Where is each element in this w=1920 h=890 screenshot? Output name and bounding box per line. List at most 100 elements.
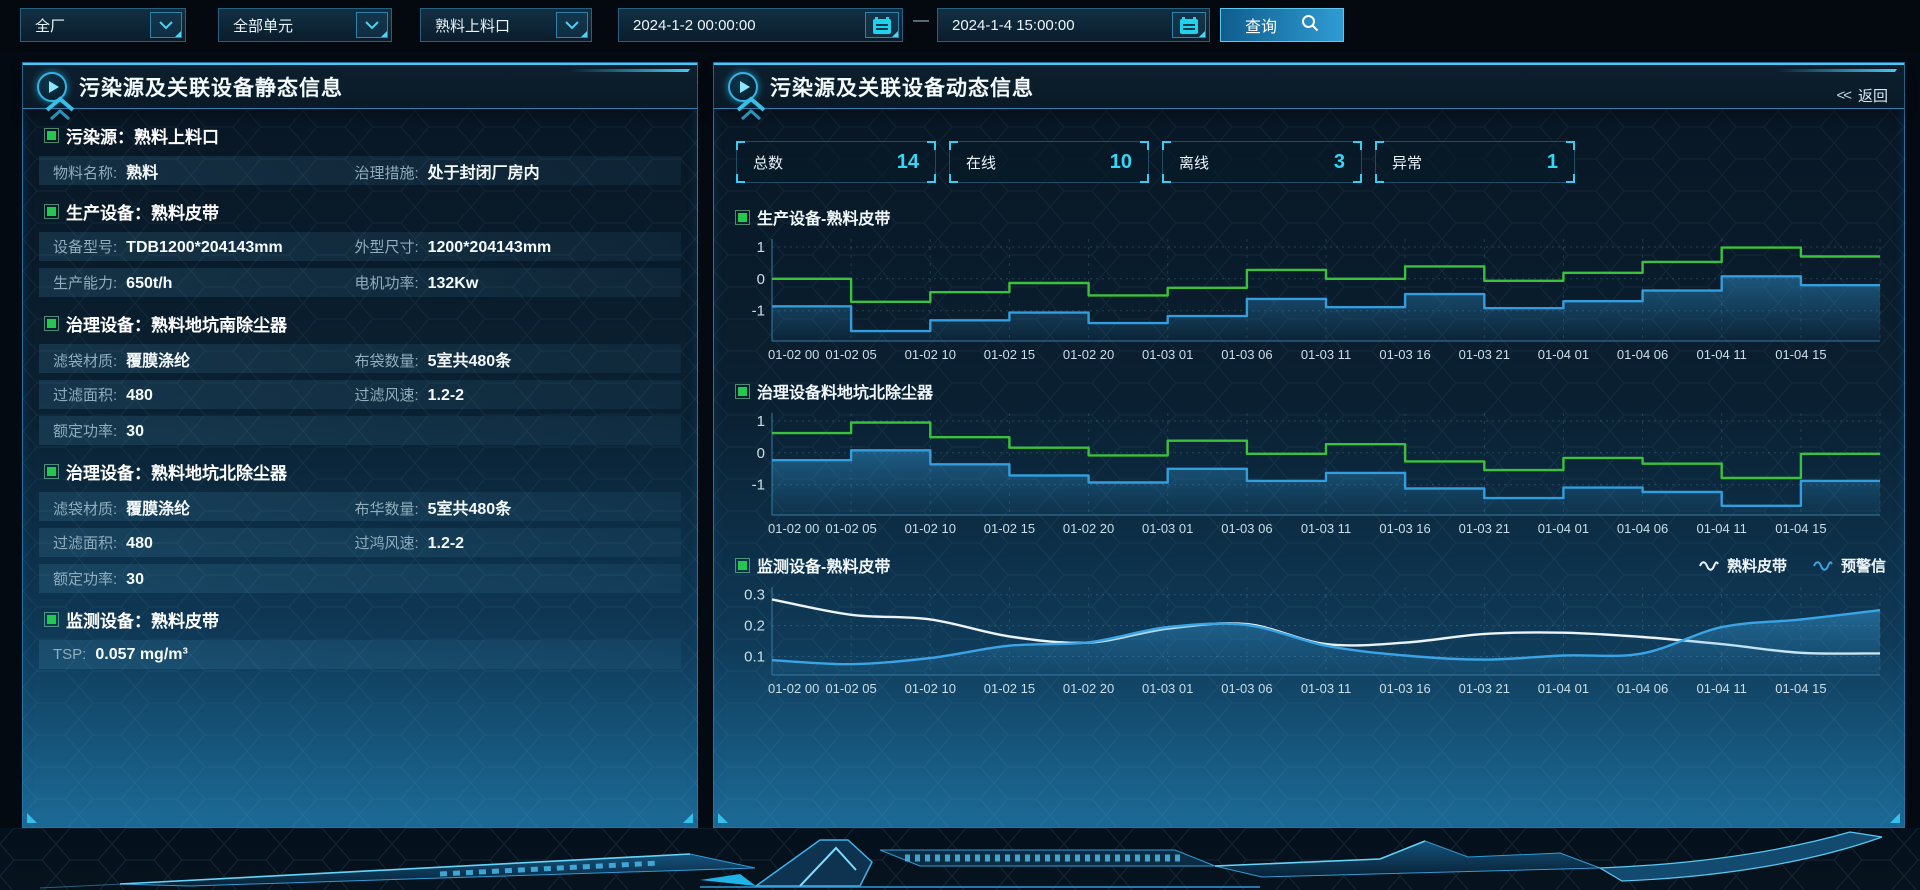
info-row: 物料名称:熟料治理措施:处于封闭厂房内 [39, 156, 681, 185]
wavy-line-icon [1813, 559, 1833, 571]
svg-text:01-02 15: 01-02 15 [984, 521, 1035, 536]
legend-label: 熟料皮带 [1727, 555, 1787, 576]
back-label: 返回 [1858, 85, 1888, 106]
svg-text:01-04 15: 01-04 15 [1775, 521, 1826, 536]
svg-text:01-02 00: 01-02 00 [768, 347, 819, 362]
dynamic-panel-title: 污染源及关联设备动态信息 [770, 72, 1034, 102]
svg-text:01-04 15: 01-04 15 [1775, 347, 1826, 362]
stats-row: 总数14在线10离线3异常1 [736, 141, 1888, 183]
stat-card: 总数14 [736, 141, 936, 183]
svg-text:01-02 10: 01-02 10 [905, 521, 956, 536]
chart-block-production: 生产设备-熟料皮带 10-101-02 0001-02 0501-02 1001… [736, 205, 1888, 365]
info-row: 生产能力:650t/h电机功率:132Kw [39, 268, 681, 297]
chevron-down-icon[interactable] [556, 12, 588, 38]
chart-legend: 熟料皮带 预警信 [1699, 555, 1886, 576]
svg-text:01-03 11: 01-03 11 [1301, 681, 1351, 696]
date-to-value: 2024-1-4 15:00:00 [952, 17, 1075, 34]
query-button-label: 查询 [1245, 13, 1277, 37]
date-from-input[interactable]: 2024-1-2 00:00:00 [618, 8, 903, 42]
svg-text:-1: -1 [752, 477, 765, 494]
footer-tech-decoration [0, 828, 1920, 890]
svg-text:01-03 21: 01-03 21 [1459, 521, 1510, 536]
svg-text:01-04 01: 01-04 01 [1538, 347, 1589, 362]
chart-canvas-production: 10-101-02 0001-02 0501-02 1001-02 1501-0… [736, 233, 1888, 365]
svg-text:01-03 01: 01-03 01 [1142, 347, 1193, 362]
chart-title: 治理设备料地坑北除尘器 [757, 379, 933, 403]
info-row: 过滤面积:480过鸿风速:1.2-2 [39, 528, 681, 557]
section-title: 监测设备：熟料皮带 [47, 607, 681, 632]
svg-text:01-03 16: 01-03 16 [1379, 521, 1430, 536]
svg-text:01-02 20: 01-02 20 [1063, 347, 1114, 362]
chart-title-row: 生产设备-熟料皮带 [738, 205, 1888, 229]
wavy-line-icon [1699, 559, 1719, 571]
svg-text:01-02 00: 01-02 00 [768, 681, 819, 696]
section-title: 治理设备：熟料地坑南除尘器 [47, 311, 681, 336]
unit-select-value: 全部单元 [233, 15, 293, 36]
info-row: 额定功率:30 [39, 564, 681, 593]
svg-text:01-04 06: 01-04 06 [1617, 681, 1668, 696]
search-icon [1301, 14, 1319, 37]
legend-item-warning[interactable]: 预警信 [1813, 555, 1886, 576]
green-square-icon [738, 213, 747, 222]
date-range-separator: — [908, 12, 934, 30]
svg-text:01-03 06: 01-03 06 [1221, 681, 1272, 696]
double-chevron-icon [734, 96, 768, 122]
static-panel-title: 污染源及关联设备静态信息 [79, 72, 343, 102]
svg-text:01-03 11: 01-03 11 [1301, 347, 1351, 362]
calendar-icon[interactable] [1172, 12, 1206, 38]
dynamic-content: 总数14在线10离线3异常1 生产设备-熟料皮带 10-101-02 0001-… [714, 141, 1904, 699]
calendar-icon[interactable] [865, 12, 899, 38]
svg-text:1: 1 [757, 413, 765, 430]
chevron-down-icon[interactable] [356, 12, 388, 38]
date-from-value: 2024-1-2 00:00:00 [633, 17, 756, 34]
double-chevron-icon [43, 96, 77, 122]
chart-title: 监测设备-熟料皮带 [757, 553, 890, 577]
pollution-source-select[interactable]: 熟料上料口 [420, 8, 592, 42]
legend-label: 预警信 [1841, 555, 1886, 576]
svg-text:01-03 06: 01-03 06 [1221, 347, 1272, 362]
svg-text:01-04 01: 01-04 01 [1538, 681, 1589, 696]
chevron-down-icon[interactable] [150, 12, 182, 38]
green-square-icon [738, 561, 747, 570]
svg-text:01-02 10: 01-02 10 [905, 347, 956, 362]
svg-text:01-03 21: 01-03 21 [1459, 347, 1510, 362]
chart-title-row: 治理设备料地坑北除尘器 [738, 379, 1888, 403]
svg-text:01-02 00: 01-02 00 [768, 521, 819, 536]
plant-select-value: 全厂 [35, 15, 65, 36]
green-square-icon [47, 207, 56, 216]
static-info-panel: 污染源及关联设备静态信息 污染源：熟料上料口物料名称:熟料治理措施:处于封闭厂房… [22, 62, 698, 828]
green-square-icon [47, 131, 56, 140]
date-to-input[interactable]: 2024-1-4 15:00:00 [937, 8, 1210, 42]
svg-text:01-04 15: 01-04 15 [1775, 681, 1826, 696]
info-row: 滤袋材质:覆膜涤纶布袋数量:5室共480条 [39, 344, 681, 373]
footer-decoration-band [0, 828, 1920, 890]
back-button[interactable]: << 返回 [1836, 85, 1888, 106]
svg-text:01-03 16: 01-03 16 [1379, 681, 1430, 696]
stat-card: 离线3 [1162, 141, 1362, 183]
svg-text:01-04 11: 01-04 11 [1697, 347, 1747, 362]
svg-text:01-04 06: 01-04 06 [1617, 347, 1668, 362]
svg-text:01-02 10: 01-02 10 [905, 681, 956, 696]
green-square-icon [47, 615, 56, 624]
svg-text:01-02 15: 01-02 15 [984, 681, 1035, 696]
chart-block-monitoring: 监测设备-熟料皮带 熟料皮带 预警信 0.30.20.101-02 0001-0… [736, 553, 1888, 699]
info-row: TSP:0.057 mg/m³ [39, 640, 681, 669]
plant-select[interactable]: 全厂 [20, 8, 186, 42]
svg-text:01-04 06: 01-04 06 [1617, 521, 1668, 536]
svg-text:-1: -1 [752, 303, 765, 320]
svg-text:01-03 06: 01-03 06 [1221, 521, 1272, 536]
svg-text:0.2: 0.2 [744, 618, 765, 635]
query-button[interactable]: 查询 [1220, 8, 1344, 42]
unit-select[interactable]: 全部单元 [218, 8, 392, 42]
svg-text:01-03 01: 01-03 01 [1142, 681, 1193, 696]
pollution-source-select-value: 熟料上料口 [435, 15, 510, 36]
legend-item-shuliao[interactable]: 熟料皮带 [1699, 555, 1787, 576]
dynamic-info-panel: 污染源及关联设备动态信息 << 返回 总数14在线10离线3异常1 生产设备-熟… [713, 62, 1905, 828]
chart-canvas-monitoring: 0.30.20.101-02 0001-02 0501-02 1001-02 1… [736, 581, 1888, 699]
green-square-icon [47, 467, 56, 476]
svg-text:01-03 11: 01-03 11 [1301, 521, 1351, 536]
svg-text:01-02 20: 01-02 20 [1063, 521, 1114, 536]
chart-title: 生产设备-熟料皮带 [757, 205, 890, 229]
info-row: 设备型号:TDB1200*204143mm外型尺寸:1200*204143mm [39, 232, 681, 261]
filter-topbar: 全厂 全部单元 熟料上料口 2024-1-2 00:00:00 — 2024-1… [0, 0, 1920, 52]
